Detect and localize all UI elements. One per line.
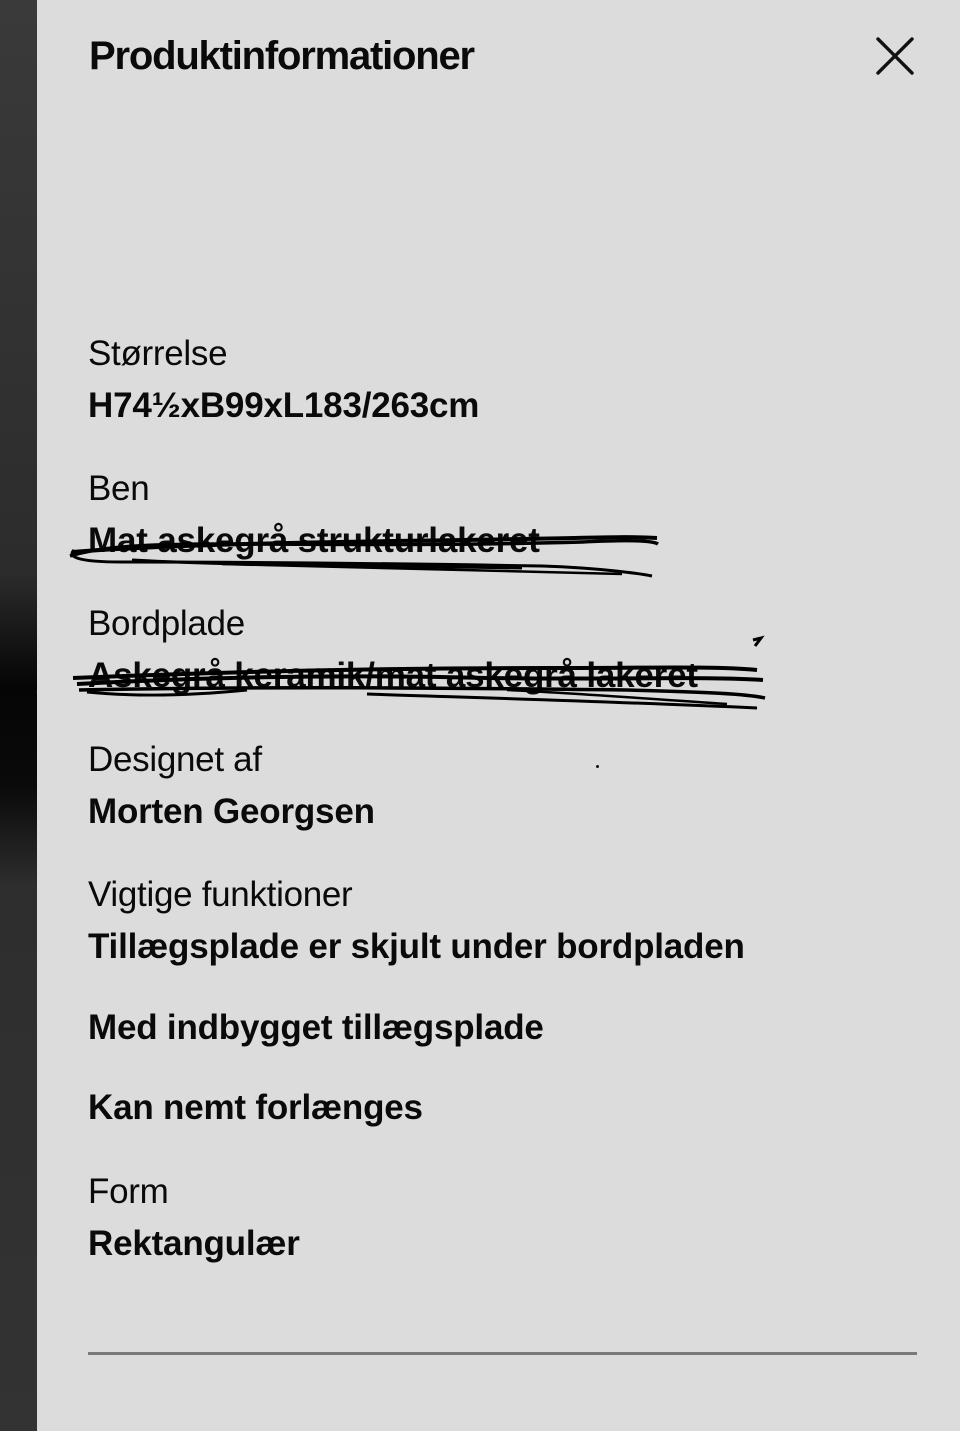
size-label: Størrelse	[88, 334, 228, 373]
legs-value: Mat askegrå strukturlakeret	[88, 521, 540, 560]
feature-item: Tillægsplade er skjult under bordpladen	[88, 927, 745, 966]
size-value: H74½xB99xL183/263cm	[88, 386, 480, 425]
feature-item: Kan nemt forlænges	[88, 1088, 423, 1127]
product-info-panel: Produktinformationer Størrelse H74½xB99x…	[37, 0, 960, 1431]
features-label: Vigtige funktioner	[88, 875, 353, 914]
left-edge-shadow	[0, 0, 37, 1431]
divider	[88, 1352, 917, 1355]
designer-value: Morten Georgsen	[88, 792, 375, 831]
dot-mark	[596, 765, 599, 768]
designer-label: Designet af	[88, 740, 262, 779]
tabletop-value: Askegrå keramik/mat askegrå lakeret	[88, 656, 698, 695]
close-icon	[876, 37, 914, 75]
shape-value: Rektangulær	[88, 1224, 300, 1263]
feature-item: Med indbygget tillægsplade	[88, 1008, 544, 1047]
legs-label: Ben	[88, 469, 150, 508]
panel-title: Produktinformationer	[89, 34, 475, 78]
close-button[interactable]	[875, 36, 915, 76]
shape-label: Form	[88, 1172, 169, 1211]
tabletop-label: Bordplade	[88, 604, 245, 643]
